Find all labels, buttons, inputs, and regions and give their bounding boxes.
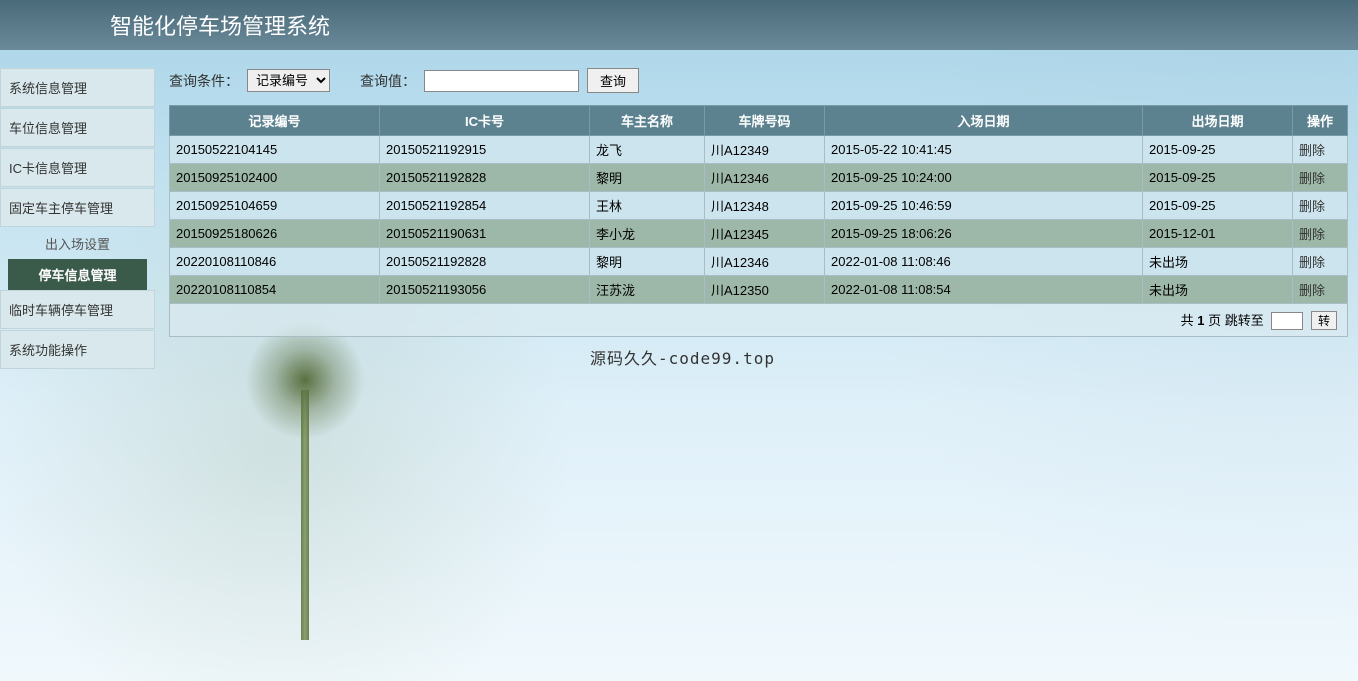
table-cell-op: 删除 [1293, 164, 1348, 192]
sidebar-item-temp-vehicle[interactable]: 临时车辆停车管理 [0, 290, 155, 329]
table-cell: 20150925102400 [170, 164, 380, 192]
pager-suffix: 页 跳转至 [1205, 313, 1264, 328]
pager-total: 1 [1197, 313, 1204, 328]
sidebar-item-parking-space[interactable]: 车位信息管理 [0, 108, 155, 147]
col-record-id: 记录编号 [170, 106, 380, 136]
table-cell: 2015-09-25 10:24:00 [825, 164, 1143, 192]
table-cell-op: 删除 [1293, 248, 1348, 276]
sidebar-submenu-parking-info[interactable]: 停车信息管理 [8, 259, 147, 290]
table-row: 2015092518062620150521190631李小龙川A1234520… [170, 220, 1348, 248]
table-cell: 20150521190631 [380, 220, 590, 248]
table-cell: 20150522104145 [170, 136, 380, 164]
col-owner-name: 车主名称 [590, 106, 705, 136]
table-cell: 20150925104659 [170, 192, 380, 220]
parking-records-table: 记录编号 IC卡号 车主名称 车牌号码 入场日期 出场日期 操作 2015052… [169, 105, 1348, 304]
table-cell: 20150521192915 [380, 136, 590, 164]
sidebar: 系统信息管理 车位信息管理 IC卡信息管理 固定车主停车管理 出入场设置 停车信… [0, 50, 155, 370]
pager-jump-button[interactable]: 转 [1311, 311, 1337, 330]
app-title: 智能化停车场管理系统 [110, 9, 330, 41]
table-cell: 未出场 [1143, 276, 1293, 304]
table-cell: 川A12348 [705, 192, 825, 220]
table-cell: 川A12346 [705, 164, 825, 192]
table-cell: 2015-09-25 [1143, 136, 1293, 164]
table-row: 2022010811085420150521193056汪苏泷川A1235020… [170, 276, 1348, 304]
table-cell: 2015-12-01 [1143, 220, 1293, 248]
delete-link[interactable]: 删除 [1299, 171, 1325, 186]
table-cell: 汪苏泷 [590, 276, 705, 304]
col-ic-card: IC卡号 [380, 106, 590, 136]
col-exit-date: 出场日期 [1143, 106, 1293, 136]
table-cell: 未出场 [1143, 248, 1293, 276]
table-cell: 黎明 [590, 248, 705, 276]
table-row: 2015092510240020150521192828黎明川A12346201… [170, 164, 1348, 192]
table-cell: 2015-05-22 10:41:45 [825, 136, 1143, 164]
delete-link[interactable]: 删除 [1299, 199, 1325, 214]
sidebar-item-ic-card[interactable]: IC卡信息管理 [0, 148, 155, 187]
table-cell-op: 删除 [1293, 136, 1348, 164]
table-cell: 20220108110854 [170, 276, 380, 304]
table-cell: 龙飞 [590, 136, 705, 164]
query-button[interactable]: 查询 [587, 68, 639, 93]
delete-link[interactable]: 删除 [1299, 283, 1325, 298]
query-value-input[interactable] [424, 70, 579, 92]
table-cell: 2015-09-25 18:06:26 [825, 220, 1143, 248]
content-area: 查询条件： 记录编号 查询值： 查询 记录编号 IC卡号 车主名称 车牌号码 入… [155, 50, 1358, 370]
watermark-text: 源码久久-code99.top [590, 345, 775, 369]
query-bar: 查询条件： 记录编号 查询值： 查询 [169, 68, 1348, 93]
table-cell: 2015-09-25 [1143, 192, 1293, 220]
table-cell: 20150521193056 [380, 276, 590, 304]
col-operation: 操作 [1293, 106, 1348, 136]
sidebar-item-system-ops[interactable]: 系统功能操作 [0, 330, 155, 369]
delete-link[interactable]: 删除 [1299, 227, 1325, 242]
table-cell: 川A12346 [705, 248, 825, 276]
table-cell: 川A12349 [705, 136, 825, 164]
pager-jump-input[interactable] [1271, 312, 1303, 330]
table-row: 2015092510465920150521192854王林川A12348201… [170, 192, 1348, 220]
dandelion-decoration [245, 340, 365, 640]
table-row: 2022010811084620150521192828黎明川A12346202… [170, 248, 1348, 276]
delete-link[interactable]: 删除 [1299, 255, 1325, 270]
sidebar-submenu-entry-exit[interactable]: 出入场设置 [0, 228, 155, 259]
table-cell: 20150521192828 [380, 248, 590, 276]
table-cell-op: 删除 [1293, 220, 1348, 248]
table-cell: 王林 [590, 192, 705, 220]
table-cell-op: 删除 [1293, 276, 1348, 304]
table-row: 2015052210414520150521192915龙飞川A12349201… [170, 136, 1348, 164]
col-plate-number: 车牌号码 [705, 106, 825, 136]
app-header: 智能化停车场管理系统 [0, 0, 1358, 50]
table-cell: 黎明 [590, 164, 705, 192]
sidebar-item-fixed-owner[interactable]: 固定车主停车管理 [0, 188, 155, 227]
query-value-label: 查询值： [360, 71, 416, 91]
table-cell: 20150521192854 [380, 192, 590, 220]
table-cell: 川A12350 [705, 276, 825, 304]
table-cell: 李小龙 [590, 220, 705, 248]
delete-link[interactable]: 删除 [1299, 143, 1325, 158]
query-condition-select[interactable]: 记录编号 [247, 69, 330, 92]
table-cell: 20220108110846 [170, 248, 380, 276]
query-condition-label: 查询条件： [169, 71, 239, 91]
table-cell: 2022-01-08 11:08:46 [825, 248, 1143, 276]
table-cell: 2015-09-25 [1143, 164, 1293, 192]
pager-prefix: 共 [1181, 313, 1198, 328]
table-cell: 20150521192828 [380, 164, 590, 192]
table-cell: 2015-09-25 10:46:59 [825, 192, 1143, 220]
table-cell: 20150925180626 [170, 220, 380, 248]
sidebar-item-system-info[interactable]: 系统信息管理 [0, 68, 155, 107]
col-entry-date: 入场日期 [825, 106, 1143, 136]
pagination-bar: 共 1 页 跳转至 转 [169, 304, 1348, 337]
table-cell: 川A12345 [705, 220, 825, 248]
table-cell-op: 删除 [1293, 192, 1348, 220]
table-cell: 2022-01-08 11:08:54 [825, 276, 1143, 304]
